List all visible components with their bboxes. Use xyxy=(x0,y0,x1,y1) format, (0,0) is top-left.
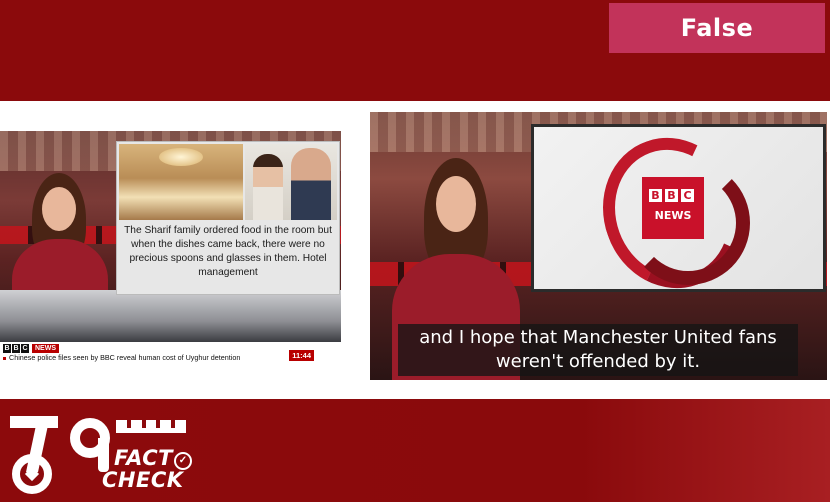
channel-bug: B B C NEWS xyxy=(3,343,59,353)
logo-news-label: NEWS xyxy=(654,209,692,222)
logo-nine-tail xyxy=(98,438,109,472)
logo-seven-glyph xyxy=(10,416,58,494)
bbc-news-logo: B B C NEWS xyxy=(642,177,704,239)
fact-check-logo: FACT ✓ CHECK xyxy=(8,412,192,496)
bug-block-1: B xyxy=(3,343,11,353)
logo-block-2: B xyxy=(665,189,678,202)
inset-caption: The Sharif family ordered food in the ro… xyxy=(124,225,332,278)
hotel-photo xyxy=(119,144,243,220)
logo-seven-bar xyxy=(10,416,58,428)
logo-block-1: B xyxy=(649,189,662,202)
news-desk xyxy=(0,290,341,342)
right-news-frame: B B C NEWS and I hope that Manchester Un… xyxy=(370,112,827,380)
logo-check-text: CHECK xyxy=(102,468,184,492)
bug-block-2: B xyxy=(12,343,20,353)
presenter-face xyxy=(42,187,76,231)
bug-block-3: C xyxy=(21,343,29,353)
subtitle-line-1: and I hope that Manchester United fans xyxy=(419,327,777,348)
person-woman xyxy=(253,154,283,220)
people-photo xyxy=(245,144,337,220)
logo-fact-text: FACT xyxy=(114,446,173,470)
logo-block-3: C xyxy=(681,189,694,202)
subtitle-line-2: weren't offended by it. xyxy=(495,351,701,372)
broadcast-clock: 11:44 xyxy=(289,350,314,361)
left-news-frame: The Sharif family ordered food in the ro… xyxy=(0,131,341,364)
logo-battlement-base xyxy=(116,428,186,433)
person-man xyxy=(291,148,331,220)
subtitle-box: and I hope that Manchester United fans w… xyxy=(398,324,798,376)
presenter-right-face xyxy=(436,176,476,232)
verdict-badge: False xyxy=(609,3,825,53)
verdict-label: False xyxy=(680,14,754,42)
bug-news-label: NEWS xyxy=(32,343,59,353)
inset-graphic: The Sharif family ordered food in the ro… xyxy=(116,141,340,295)
studio-screen: B B C NEWS xyxy=(531,118,826,308)
news-ticker: Chinese police files seen by BBC reveal … xyxy=(3,353,240,362)
ticker-bullet-icon xyxy=(3,356,6,360)
ticker-text: Chinese police files seen by BBC reveal … xyxy=(9,353,241,362)
